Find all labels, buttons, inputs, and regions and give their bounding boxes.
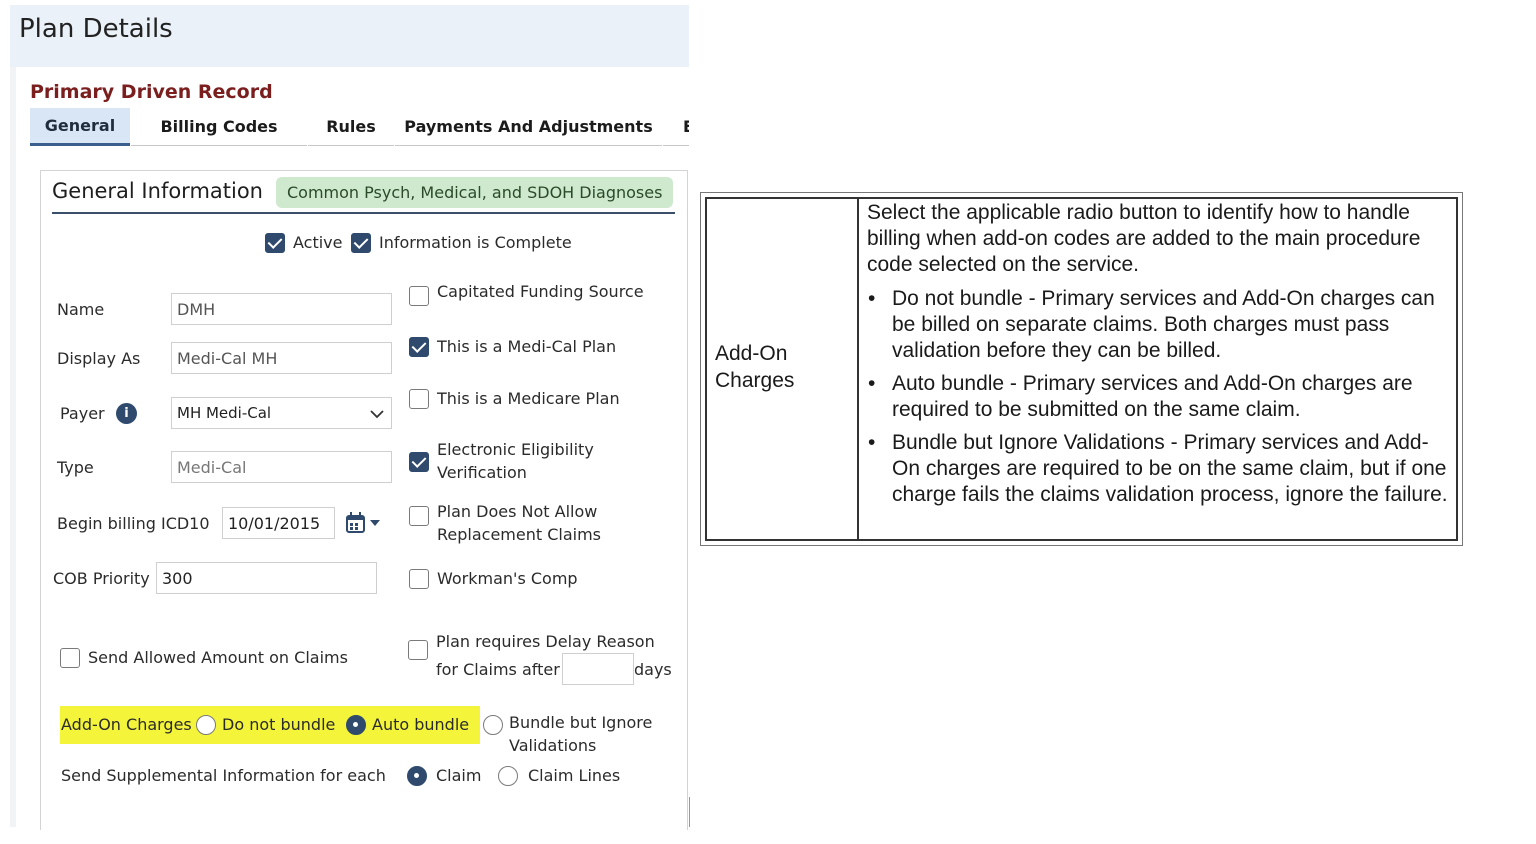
active-checkbox[interactable] [265, 233, 285, 253]
bullet-dot: • [868, 287, 876, 310]
information-complete-label: Information is Complete [379, 233, 572, 252]
auto-bundle-radio[interactable] [346, 715, 366, 735]
display-as-label: Display As [57, 349, 141, 368]
tab-billing-codes[interactable]: Billing Codes [131, 108, 307, 146]
no-replacement-claims-label-line2: Replacement Claims [437, 525, 602, 544]
begin-billing-input[interactable]: 10/01/2015 [222, 507, 335, 539]
medi-cal-plan-checkbox[interactable] [409, 337, 429, 357]
capitated-funding-checkbox[interactable] [409, 286, 429, 306]
reference-term: Add-On Charges [715, 340, 794, 394]
information-complete-checkbox[interactable] [351, 233, 371, 253]
medi-cal-plan-label: This is a Medi-Cal Plan [437, 337, 617, 356]
page-title: Plan Details [19, 14, 173, 44]
delay-days-input[interactable] [562, 653, 634, 685]
bundle-ignore-label-line2: Validations [509, 736, 597, 755]
record-title: Primary Driven Record [30, 81, 273, 103]
calendar-icon[interactable] [345, 512, 385, 536]
section-title: General Information [52, 179, 263, 203]
bullet-dot: • [868, 431, 876, 454]
claim-label: Claim [436, 766, 482, 785]
reference-bullet-text: Bundle but Ignore Validations - Primary … [892, 431, 1448, 506]
reference-column-divider [857, 197, 859, 541]
payer-label: Payer [60, 404, 105, 423]
type-label: Type [57, 458, 94, 477]
workmans-comp-label: Workman's Comp [437, 569, 578, 588]
reference-term-line2: Charges [715, 369, 795, 392]
reference-bullet-text: Do not bundle - Primary services and Add… [892, 287, 1435, 362]
cob-priority-input[interactable]: 300 [156, 562, 377, 594]
reference-bullet: • Auto bundle - Primary services and Add… [866, 371, 1451, 423]
reference-bullet-text: Auto bundle - Primary services and Add-O… [892, 372, 1413, 421]
panel-edge [10, 67, 16, 827]
reference-intro: Select the applicable radio button to id… [867, 201, 1421, 276]
diagnoses-badge[interactable]: Common Psych, Medical, and SDOH Diagnose… [276, 177, 674, 208]
addon-charges-label: Add-On Charges [61, 715, 192, 734]
name-label: Name [57, 300, 105, 319]
tab-bar: General Billing Codes Rules Payments And… [30, 108, 689, 146]
send-allowed-amount-checkbox[interactable] [60, 648, 80, 668]
claim-lines-radio[interactable] [498, 766, 518, 786]
reference-term-line1: Add-On [715, 342, 788, 365]
delay-reason-checkbox[interactable] [408, 640, 428, 660]
capitated-funding-label: Capitated Funding Source [437, 282, 644, 301]
active-label: Active [293, 233, 343, 252]
no-replacement-claims-checkbox[interactable] [409, 506, 429, 526]
tab-eligibility[interactable]: Eligi [663, 108, 689, 146]
section-divider [52, 212, 675, 214]
payer-select[interactable]: MH Medi-Cal [171, 397, 392, 429]
delay-days-label: days [634, 660, 672, 679]
display-as-input[interactable]: Medi-Cal MH [171, 342, 392, 374]
bullet-dot: • [868, 372, 876, 395]
info-icon[interactable]: i [116, 403, 137, 424]
bundle-ignore-validations-radio[interactable] [483, 715, 503, 735]
chevron-down-icon [370, 410, 384, 419]
tab-rules[interactable]: Rules [308, 108, 394, 146]
claim-lines-label: Claim Lines [528, 766, 621, 785]
scrollbar-edge [689, 797, 690, 827]
electronic-eligibility-label-line1: Electronic Eligibility [437, 440, 594, 459]
delay-reason-label-line1: Plan requires Delay Reason [436, 632, 655, 651]
electronic-eligibility-label-line2: Verification [437, 463, 527, 482]
payer-select-value: MH Medi-Cal [177, 404, 272, 422]
tab-payments-and-adjustments[interactable]: Payments And Adjustments [395, 108, 662, 146]
begin-billing-label: Begin billing ICD10 [57, 514, 210, 533]
delay-reason-label-line2: for Claims after [436, 660, 560, 679]
workmans-comp-checkbox[interactable] [409, 569, 429, 589]
send-supplemental-label: Send Supplemental Information for each [61, 766, 386, 785]
type-input[interactable]: Medi-Cal [171, 451, 392, 483]
cob-priority-label: COB Priority [53, 569, 150, 588]
tab-general[interactable]: General [30, 108, 130, 146]
reference-bullet: • Do not bundle - Primary services and A… [866, 286, 1451, 364]
send-allowed-amount-label: Send Allowed Amount on Claims [88, 648, 348, 667]
medicare-plan-checkbox[interactable] [409, 389, 429, 409]
auto-bundle-label: Auto bundle [372, 715, 470, 734]
do-not-bundle-radio[interactable] [196, 715, 216, 735]
electronic-eligibility-checkbox[interactable] [409, 452, 429, 472]
medicare-plan-label: This is a Medicare Plan [437, 389, 620, 408]
do-not-bundle-label: Do not bundle [222, 715, 336, 734]
bundle-ignore-label-line1: Bundle but Ignore [509, 713, 653, 732]
reference-bullet: • Bundle but Ignore Validations - Primar… [866, 430, 1451, 508]
name-input[interactable]: DMH [171, 293, 392, 325]
no-replacement-claims-label-line1: Plan Does Not Allow [437, 502, 598, 521]
claim-radio[interactable] [407, 766, 427, 786]
